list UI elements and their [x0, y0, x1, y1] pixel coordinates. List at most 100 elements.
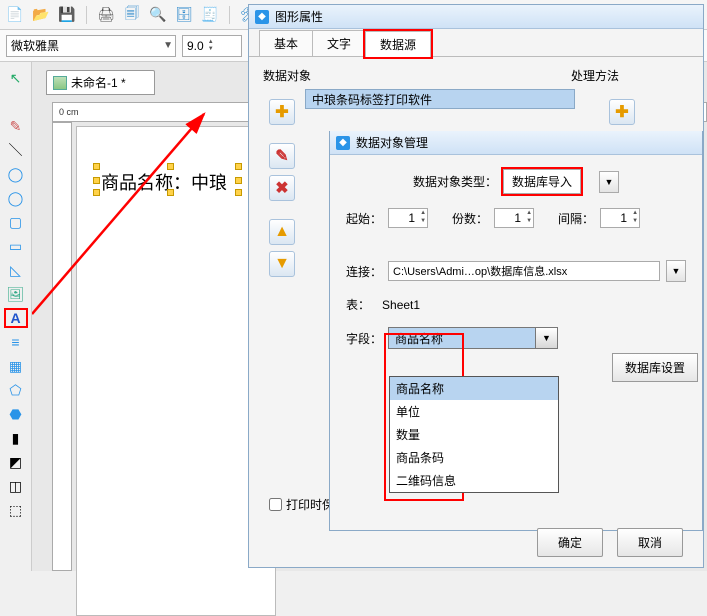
tool-rect[interactable]: ▭	[4, 236, 28, 256]
field-option[interactable]: 数量	[390, 423, 558, 446]
add-button[interactable]: ✚	[269, 99, 295, 125]
tool-paragraph[interactable]: ≡	[4, 332, 28, 352]
tool-hexagon[interactable]: ⬣	[4, 404, 28, 424]
cancel-button[interactable]: 取消	[617, 528, 683, 557]
start-label: 起始：	[346, 210, 382, 227]
field-option[interactable]: 单位	[390, 400, 558, 423]
new-icon[interactable]: 📄	[6, 6, 24, 24]
field-option[interactable]: 二维码信息	[390, 469, 558, 492]
gap-value: 1	[620, 211, 627, 225]
ruler-label: 0 cm	[59, 107, 79, 117]
data-object-label: 数据对象	[263, 67, 311, 84]
selection-handle[interactable]	[93, 189, 100, 196]
properties-tabs: 基本 文字 数据源	[249, 29, 703, 57]
tool-pencil[interactable]: ✎	[4, 116, 28, 136]
separator	[229, 6, 230, 24]
type-dropdown-button[interactable]: ▼	[599, 171, 619, 193]
dialog-titlebar[interactable]: ◆ 数据对象管理 ×	[330, 131, 702, 155]
type-value[interactable]: 数据库导入	[503, 169, 581, 194]
dialog-body: 数据对象类型： 数据库导入 ▼ 起始： 1 ▲▼ 份数： 1	[330, 155, 702, 377]
selection-handle[interactable]	[235, 163, 242, 170]
font-name-select[interactable]: 微软雅黑 ▼	[6, 35, 176, 57]
dialog-title: 数据对象管理	[356, 134, 428, 151]
connection-dropdown-button[interactable]: ▼	[666, 260, 686, 282]
database-icon[interactable]: 🗄	[175, 6, 193, 24]
selection-handle[interactable]	[235, 189, 242, 196]
connection-field[interactable]: C:\Users\Admi…op\数据库信息.xlsx	[388, 261, 660, 281]
tool-pointer[interactable]: ↖	[4, 68, 28, 88]
document-title: 未命名-1 *	[71, 74, 126, 91]
tool-table[interactable]: ▦	[4, 356, 28, 376]
font-name-value: 微软雅黑	[11, 37, 59, 54]
move-up-button[interactable]: ▲	[269, 219, 295, 245]
tab-datasource[interactable]: 数据源	[365, 31, 431, 57]
font-size-value: 9.0	[187, 39, 204, 53]
text-element[interactable]: 商品名称：中琅	[97, 167, 231, 197]
field-option[interactable]: 商品名称	[390, 377, 558, 400]
chevron-down-icon: ▼	[535, 328, 557, 348]
process-add-button[interactable]: ✚	[609, 99, 635, 125]
sheet-label: 表：	[346, 296, 370, 313]
tool-line[interactable]: ＼	[4, 140, 28, 160]
tool-barcode[interactable]: ▮	[4, 428, 28, 448]
gap-label: 间隔：	[558, 210, 594, 227]
tool-rounded-rect[interactable]: ▢	[4, 212, 28, 232]
selection-handle[interactable]	[167, 189, 174, 196]
tool-misc[interactable]: ⬚	[4, 500, 28, 520]
tool-image[interactable]: 🖼	[4, 284, 28, 304]
gap-input[interactable]: 1 ▲▼	[600, 208, 640, 228]
chart-icon[interactable]: 🧾	[201, 6, 219, 24]
properties-panel: ◆ 图形属性 基本 文字 数据源 数据对象 处理方法 中琅条码标签打印软件 ✚ …	[248, 4, 704, 568]
edit-button[interactable]: ✎	[269, 143, 295, 169]
ok-button[interactable]: 确定	[537, 528, 603, 557]
tool-spacer	[4, 92, 28, 112]
copies-label: 份数：	[452, 210, 488, 227]
move-down-button[interactable]: ▼	[269, 251, 295, 277]
data-object-buttons: ✚ ✎ ✖ ▲ ▼	[269, 99, 295, 283]
dialog-footer: 确定 取消	[537, 528, 683, 557]
tool-circle[interactable]: ◯	[4, 188, 28, 208]
connection-label: 连接：	[346, 263, 382, 280]
data-object-manage-dialog: ◆ 数据对象管理 × 数据对象类型： 数据库导入 ▼ 起始： 1 ▲▼	[329, 131, 703, 531]
dialog-icon: ◆	[336, 136, 350, 150]
tool-group[interactable]: ◫	[4, 476, 28, 496]
document-tab[interactable]: 未命名-1 *	[46, 70, 155, 95]
print-save-checkbox[interactable]	[269, 498, 282, 511]
open-icon[interactable]: 📂	[32, 6, 50, 24]
start-input[interactable]: 1 ▲▼	[388, 208, 428, 228]
start-value: 1	[408, 211, 415, 225]
zoom-icon[interactable]: 🔍	[149, 6, 167, 24]
design-page[interactable]: 商品名称：中琅	[76, 126, 276, 616]
type-label: 数据对象类型：	[413, 173, 497, 190]
data-object-text: 中琅条码标签打印软件	[312, 91, 432, 108]
tool-text[interactable]: A	[4, 308, 28, 328]
field-dropdown-list: 商品名称 单位 数量 商品条码 二维码信息	[389, 376, 559, 493]
field-label: 字段：	[346, 330, 382, 347]
copies-input[interactable]: 1 ▲▼	[494, 208, 534, 228]
field-option[interactable]: 商品条码	[390, 446, 558, 469]
properties-body: 数据对象 处理方法 中琅条码标签打印软件 ✚ ✎ ✖ ▲ ▼ ✚ 打印时保付	[249, 57, 703, 567]
selection-handle[interactable]	[167, 163, 174, 170]
selection-handle[interactable]	[93, 177, 100, 184]
data-object-list-item[interactable]: 中琅条码标签打印软件	[305, 89, 575, 109]
field-select[interactable]: 商品名称 ▼	[388, 327, 558, 349]
tool-triangle[interactable]: ◺	[4, 260, 28, 280]
tab-text[interactable]: 文字	[312, 30, 366, 56]
print-icon[interactable]: 🖨	[97, 6, 115, 24]
tool-qr[interactable]: ◩	[4, 452, 28, 472]
delete-button[interactable]: ✖	[269, 175, 295, 201]
preview-icon[interactable]: 🗐	[123, 6, 141, 24]
selection-handle[interactable]	[93, 163, 100, 170]
tool-ellipse[interactable]: ◯	[4, 164, 28, 184]
db-settings-button[interactable]: 数据库设置	[612, 353, 698, 382]
font-size-input[interactable]: 9.0 ▲▼	[182, 35, 242, 57]
chevron-down-icon: ▼	[163, 40, 173, 51]
tool-palette: ↖ ✎ ＼ ◯ ◯ ▢ ▭ ◺ 🖼 A ≡ ▦ ⬠ ⬣ ▮ ◩ ◫ ⬚	[0, 62, 32, 571]
properties-panel-titlebar[interactable]: ◆ 图形属性	[249, 5, 703, 29]
copies-value: 1	[514, 211, 521, 225]
spinner-icon[interactable]: ▲▼	[208, 39, 214, 53]
tool-pentagon[interactable]: ⬠	[4, 380, 28, 400]
tab-basic[interactable]: 基本	[259, 30, 313, 56]
selection-handle[interactable]	[235, 177, 242, 184]
save-icon[interactable]: 💾	[58, 6, 76, 24]
